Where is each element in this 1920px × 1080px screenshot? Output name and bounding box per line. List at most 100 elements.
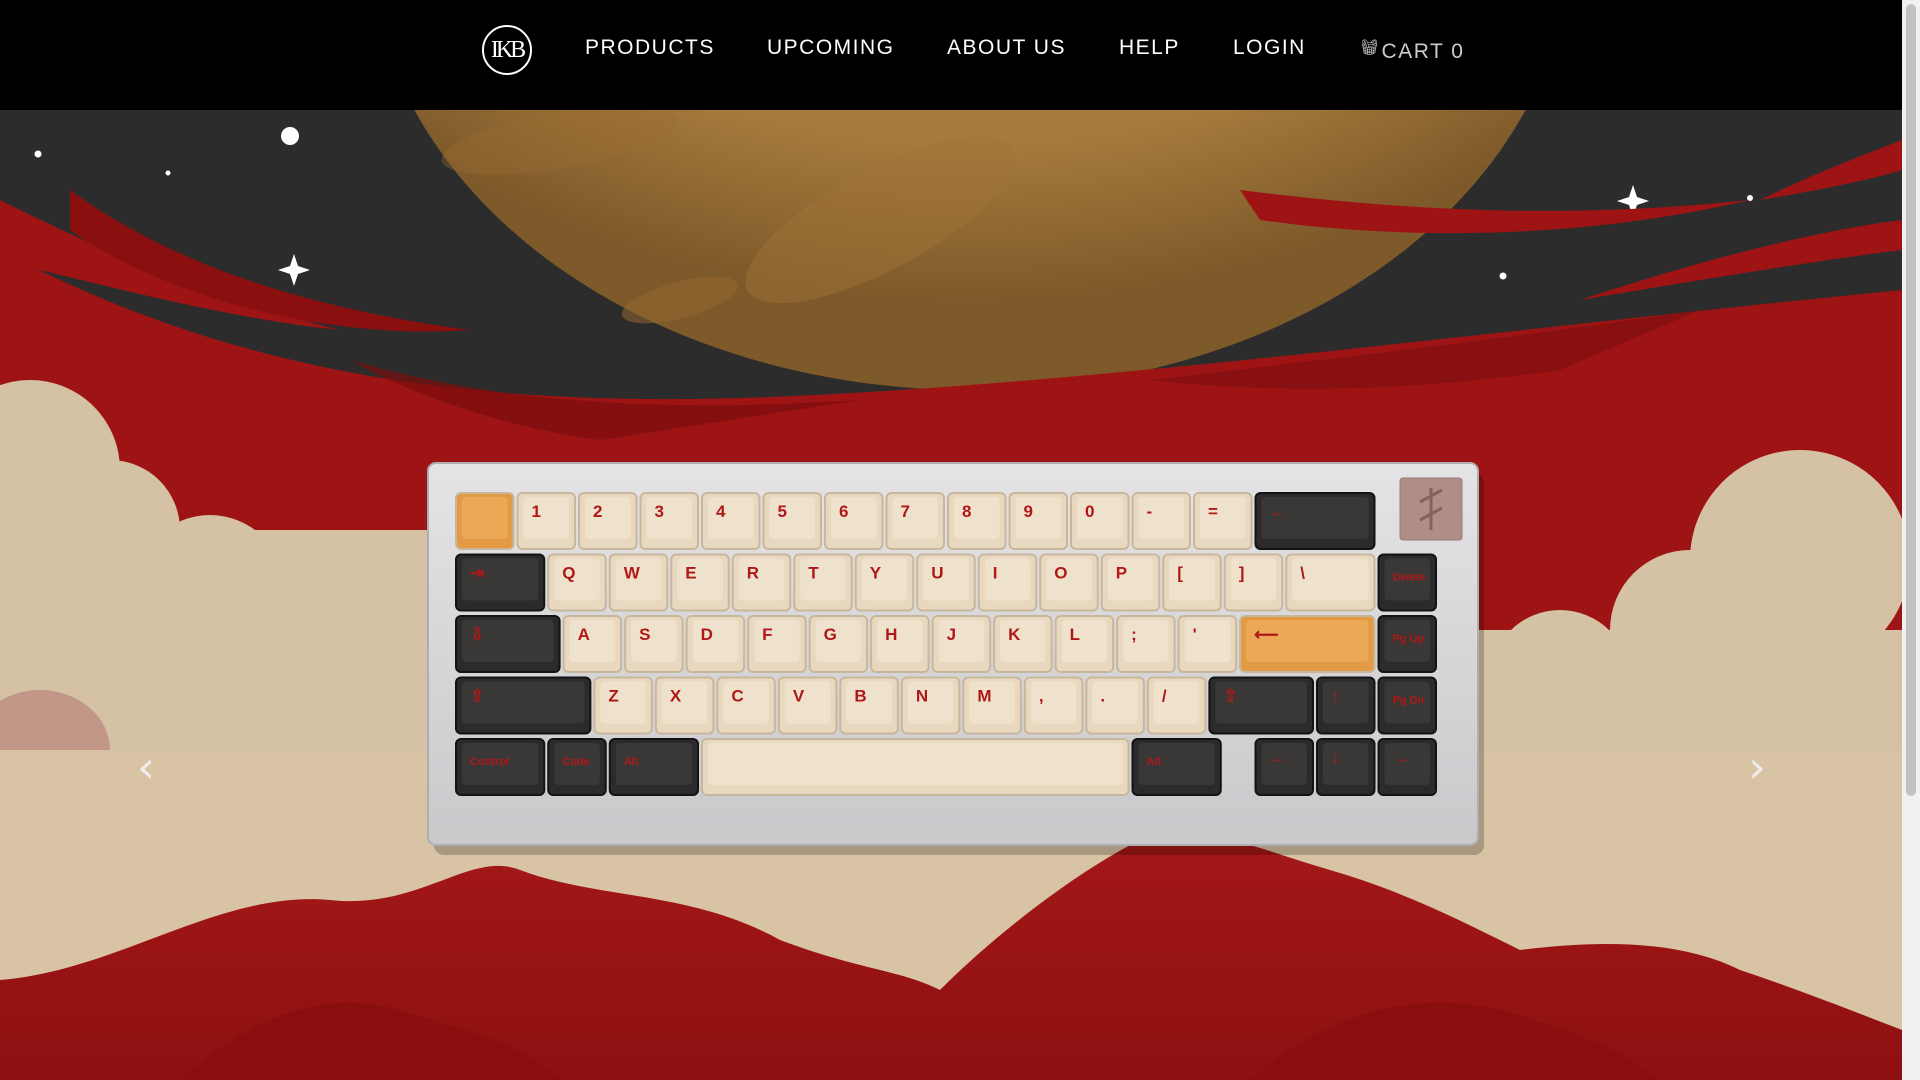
keycap-top [923, 558, 969, 601]
keycap-top [1092, 681, 1138, 724]
keycap-legend: ; [1131, 625, 1137, 644]
keycap-legend: ⟵ [1254, 625, 1278, 644]
nav-help-link[interactable]: HELP [1119, 36, 1180, 60]
keycap-top [831, 497, 877, 539]
keycap-legend: ⇥ [470, 564, 484, 583]
keycap-legend: B [854, 687, 866, 706]
keycap-legend: 3 [655, 502, 664, 521]
keycap-legend: ' [1193, 625, 1197, 644]
scrollbar-thumb[interactable] [1906, 4, 1916, 796]
keycap-top [1169, 558, 1215, 601]
nav-about-us-link[interactable]: ABOUT US [947, 36, 1066, 60]
hero-illustration: 1 2 3 4 5 6 7 8 9 0 - = ← ⇥ Q W E R T Y U I O P [] \ Delete ⇩ A S D F G H… [0, 110, 1902, 1080]
keycap-top [969, 681, 1015, 724]
keycap-top [1077, 497, 1123, 539]
keycap-top [815, 620, 862, 662]
nav-login-link[interactable]: LOGIN [1233, 36, 1306, 60]
keycap-legend: Alt [1147, 756, 1162, 768]
keycap-top [892, 497, 938, 539]
keycap-legend: G [824, 625, 837, 644]
keycap-legend: 7 [901, 502, 910, 521]
keycap-legend: Z [608, 687, 618, 706]
keyboard-render: 1 2 3 4 5 6 7 8 9 0 - = ← ⇥ Q W E R T Y U I O P [] \ Delete ⇩ A S D F G H… [427, 462, 1484, 855]
keycap-legend: H [885, 625, 897, 644]
keycap-legend: 1 [532, 502, 541, 521]
keycap-legend: U [931, 564, 943, 583]
basket-icon: 🧺︎ [1360, 39, 1381, 56]
keycap-top [984, 558, 1031, 601]
keycap-top [1123, 620, 1169, 662]
keycap-legend: Y [870, 564, 882, 583]
keycap-legend: 0 [1085, 502, 1094, 521]
keycap-legend: A [578, 625, 590, 644]
keycap-legend: ← [1270, 748, 1287, 767]
keycap-legend: ] [1239, 564, 1245, 583]
keycap-legend: J [947, 625, 956, 644]
keycap-top [1000, 620, 1046, 662]
keycap-legend: R [747, 564, 759, 583]
keycap-legend: N [916, 687, 928, 706]
keycap-top [1184, 620, 1231, 662]
hero-carousel: 1 2 3 4 5 6 7 8 9 0 - = ← ⇥ Q W E R T Y U I O P [] \ Delete ⇩ A S D F G H… [0, 110, 1902, 1080]
keycap-top [1138, 497, 1184, 539]
keycap-top [1107, 558, 1154, 601]
cart-link[interactable]: 🧺︎CART 0 [1360, 36, 1464, 64]
keycap-top [1015, 497, 1061, 539]
keycap-legend: / [1162, 687, 1167, 706]
keycap-legend: ⇧ [470, 687, 484, 706]
keycap-legend: T [808, 564, 819, 583]
keycap-top [1046, 558, 1092, 601]
keycap-legend: ← [1270, 502, 1287, 521]
keycap-legend: - [1147, 502, 1153, 521]
keycap-legend: ⇩ [470, 625, 484, 644]
keycap-legend: Pg Up [1393, 633, 1425, 645]
keycap-legend: X [670, 687, 682, 706]
keycap-legend: 5 [778, 502, 787, 521]
keycap-legend: K [1008, 625, 1021, 644]
keycap-top [800, 558, 846, 601]
keycap-top [523, 497, 569, 539]
keycap-legend: 9 [1024, 502, 1033, 521]
ikb-logo[interactable]: IKB [482, 25, 532, 75]
keycap-top [1030, 681, 1077, 724]
nav-products-link[interactable]: PRODUCTS [585, 36, 715, 60]
chevron-left-icon[interactable]: ‹ [126, 746, 166, 790]
keycap-top [600, 681, 646, 724]
chevron-right-icon[interactable]: › [1737, 746, 1777, 790]
cart-label: CART 0 [1381, 40, 1465, 63]
nav-upcoming-link[interactable]: UPCOMING [767, 36, 895, 60]
keycap-legend: Code [562, 756, 590, 768]
keycap-legend: O [1054, 564, 1067, 583]
keycap-legend: \ [1300, 564, 1305, 583]
keycap-legend: 4 [716, 502, 726, 521]
keycap-legend: V [793, 687, 805, 706]
keycap-legend: L [1070, 625, 1080, 644]
keycap-legend: Control [470, 756, 509, 768]
keycap-legend: . [1100, 687, 1105, 706]
page-scrollbar[interactable] [1902, 0, 1920, 1080]
keycap-legend: ↑ [1331, 687, 1340, 706]
keycap-legend: → [1393, 748, 1410, 767]
keycap-legend: I [993, 564, 998, 583]
keycap-top [1200, 497, 1246, 539]
keycap-top [677, 558, 723, 601]
keycap-legend: ↓ [1331, 748, 1340, 767]
keycap-legend: P [1116, 564, 1127, 583]
keycap-top [661, 681, 708, 724]
keycap-top [1323, 681, 1369, 724]
keycap-top [569, 620, 616, 662]
keycap-top [861, 558, 908, 601]
keycap-top [554, 558, 600, 601]
keycap-top [631, 620, 677, 662]
keycap-legend: Delete [1393, 572, 1426, 584]
keycap-legend: M [977, 687, 991, 706]
keycap-top [462, 497, 508, 539]
keycap-top [1061, 620, 1108, 662]
keycap-legend: ⇧ [1223, 687, 1237, 706]
top-navigation-bar: IKB PRODUCTS UPCOMING ABOUT US HELP LOGI… [0, 0, 1902, 110]
keycap-legend: W [624, 564, 641, 583]
keycap-legend: Pg Dn [1393, 695, 1425, 707]
keycap-top [938, 620, 985, 662]
keycap-top [692, 620, 739, 662]
keycap-legend: Q [562, 564, 575, 583]
